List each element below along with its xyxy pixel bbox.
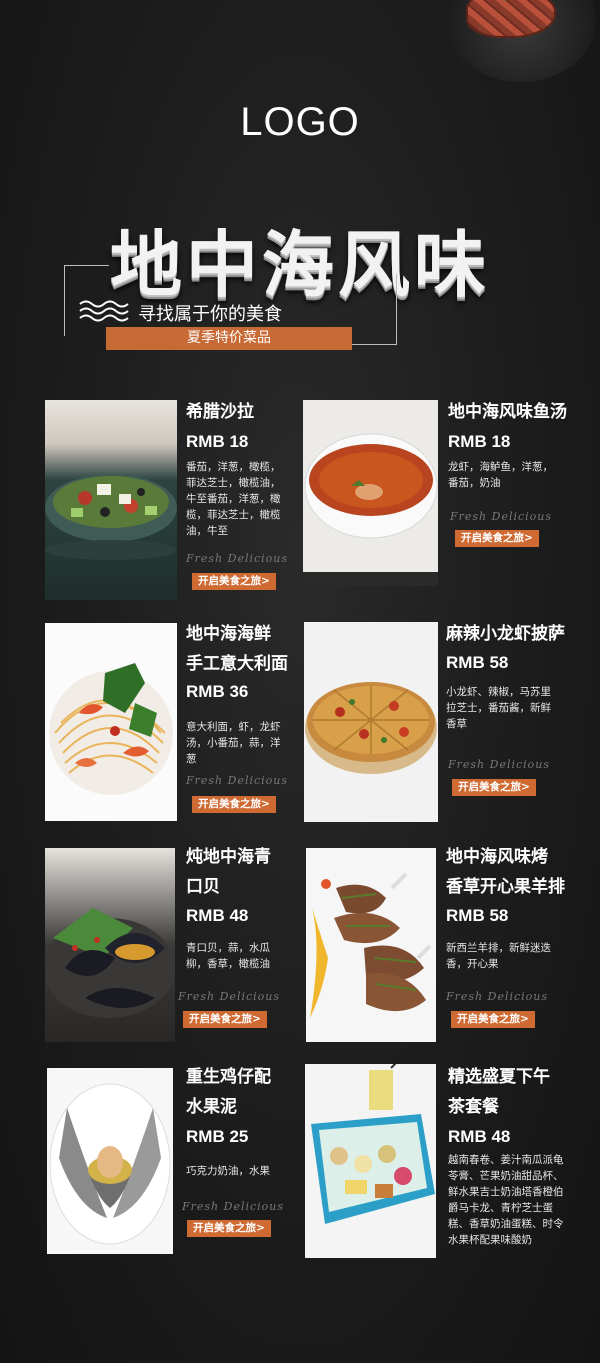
- fresh-delicious-text: Fresh Delicious: [182, 1200, 285, 1213]
- dish-name: 麻辣小龙虾披萨: [446, 624, 565, 644]
- dish-desc: 越南春卷、姜汁南瓜派龟苓膏、芒果奶油甜品杯、鲜水果吉士奶油塔香橙伯爵马卡龙、青柠…: [448, 1154, 564, 1246]
- season-badge: 夏季特价菜品: [106, 327, 352, 350]
- dish-name: 地中海海鲜 手工意大利面: [186, 624, 288, 674]
- dish-desc: 龙虾，海鲈鱼，洋葱，番茄，奶油: [448, 461, 553, 489]
- dish-price: RMB 48: [186, 906, 249, 925]
- seafood-pasta-photo: [45, 623, 177, 821]
- crayfish-pizza-photo: [304, 622, 438, 822]
- dish-price: RMB 36: [186, 682, 249, 701]
- fresh-delicious-text: Fresh Delicious: [186, 552, 289, 565]
- fresh-delicious-text: Fresh Delicious: [186, 774, 289, 787]
- start-food-journey-button[interactable]: 开启美食之旅>: [455, 530, 539, 547]
- mussels-photo: [45, 848, 175, 1042]
- dish-desc: 番茄，洋葱，橄榄，菲达芝士，橄榄油，牛至番茄，洋葱，橄榄，菲达芝士，橄榄油，牛至: [186, 461, 281, 537]
- fresh-delicious-text: Fresh Delicious: [446, 990, 549, 1003]
- fresh-delicious-text: Fresh Delicious: [448, 758, 551, 771]
- dish-name: 炖地中海青 口贝: [186, 847, 271, 897]
- dish-name: 重生鸡仔配 水果泥: [186, 1067, 271, 1117]
- dish-desc: 新西兰羊排，新鲜迷迭香，开心果: [446, 942, 551, 970]
- dish-price: RMB 48: [448, 1127, 511, 1146]
- start-food-journey-button[interactable]: 开启美食之旅>: [187, 1220, 271, 1237]
- dish-desc: 小龙虾、辣椒，马苏里拉芝士，番茄酱，新鲜香草: [446, 686, 551, 730]
- dish-price: RMB 18: [186, 432, 249, 451]
- fresh-delicious-text: Fresh Delicious: [450, 510, 553, 523]
- steak-plate-image: [446, 0, 596, 82]
- dish-price: RMB 25: [186, 1127, 249, 1146]
- dish-name: 希腊沙拉: [186, 402, 254, 422]
- afternoon-tea-photo: [305, 1064, 436, 1258]
- dish-desc: 巧克力奶油，水果: [186, 1165, 270, 1177]
- dish-desc: 意大利面，虾，龙虾汤，小番茄，蒜，洋葱: [186, 721, 281, 765]
- start-food-journey-button[interactable]: 开启美食之旅>: [451, 1011, 535, 1028]
- fresh-delicious-text: Fresh Delicious: [178, 990, 281, 1003]
- start-food-journey-button[interactable]: 开启美食之旅>: [183, 1011, 267, 1028]
- greek-salad-photo: [45, 400, 177, 600]
- logo: LOGO: [240, 100, 360, 144]
- start-food-journey-button[interactable]: 开启美食之旅>: [452, 779, 536, 796]
- start-food-journey-button[interactable]: 开启美食之旅>: [192, 573, 276, 590]
- fish-soup-photo: [303, 400, 438, 586]
- dish-name: 地中海风味鱼汤: [448, 402, 567, 422]
- dish-desc: 青口贝，蒜，水瓜柳，香草，橄榄油: [186, 942, 270, 970]
- subtitle: 寻找属于你的美食: [138, 304, 282, 325]
- dish-name: 精选盛夏下午 茶套餐: [448, 1067, 550, 1117]
- dish-price: RMB 58: [446, 653, 509, 672]
- title-frame-right: [352, 274, 397, 345]
- lamb-chops-photo: [306, 848, 436, 1042]
- dish-name: 地中海风味烤 香草开心果羊排: [446, 847, 565, 897]
- waves-icon: [79, 300, 129, 322]
- dish-price: RMB 18: [448, 432, 511, 451]
- dish-price: RMB 58: [446, 906, 509, 925]
- egg-dessert-photo: [47, 1068, 173, 1254]
- start-food-journey-button[interactable]: 开启美食之旅>: [192, 796, 276, 813]
- steak-shape: [466, 0, 556, 38]
